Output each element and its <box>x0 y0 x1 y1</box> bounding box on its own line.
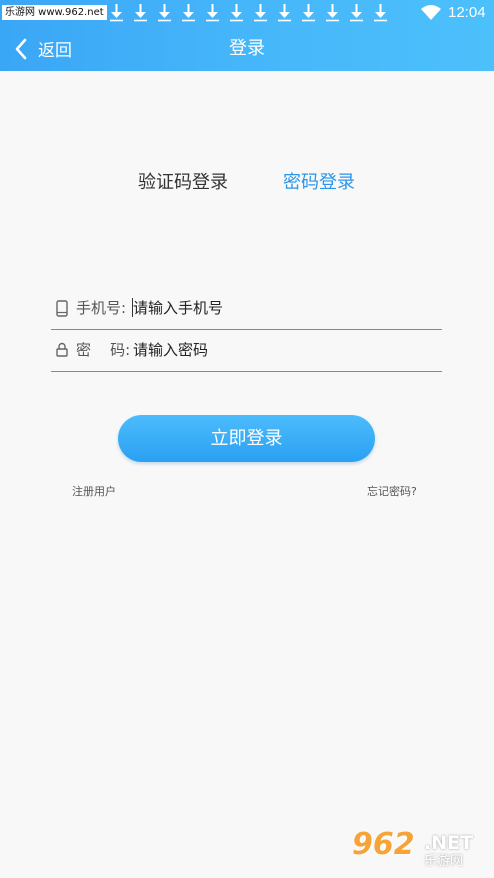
app-header: 乐游网 www.962.net 12:04 返回 登录 <box>0 0 494 71</box>
download-icon <box>182 4 195 22</box>
phone-input[interactable] <box>133 297 433 319</box>
password-field: 密 码: <box>51 331 442 372</box>
back-label: 返回 <box>38 41 72 61</box>
download-icon <box>134 4 147 22</box>
title-bar: 返回 登录 <box>0 26 494 71</box>
chevron-left-icon <box>15 38 27 59</box>
tab-code-login[interactable]: 验证码登录 <box>138 170 228 196</box>
login-button[interactable]: 立即登录 <box>118 415 375 462</box>
watermark-cn: 乐游网 <box>424 854 464 869</box>
wifi-icon <box>421 5 441 20</box>
download-icon <box>326 4 339 22</box>
tab-password-login[interactable]: 密码登录 <box>283 170 355 196</box>
download-icon <box>110 4 123 22</box>
login-screen: 乐游网 www.962.net 12:04 返回 登录 验证码登录 密码登录 手… <box>0 0 494 878</box>
download-icon <box>230 4 243 22</box>
phone-label: 手机号: <box>76 299 127 317</box>
register-link[interactable]: 注册用户 <box>72 484 116 500</box>
download-icon <box>278 4 291 22</box>
download-icon <box>374 4 387 22</box>
watermark-number: 962 <box>352 827 415 862</box>
status-bar: 乐游网 www.962.net 12:04 <box>0 0 494 26</box>
phone-icon <box>56 300 68 317</box>
status-time: 12:04 <box>448 4 486 21</box>
phone-field: 手机号: <box>51 289 442 330</box>
download-icon <box>302 4 315 22</box>
download-icon <box>254 4 267 22</box>
forgot-password-link[interactable]: 忘记密码? <box>367 484 417 500</box>
back-button[interactable]: 返回 <box>14 26 72 71</box>
watermark-suffix: .NET <box>424 832 474 854</box>
download-icon <box>158 4 171 22</box>
password-label: 密 码: <box>76 341 131 359</box>
password-input[interactable] <box>133 339 433 361</box>
download-notifications <box>108 3 389 22</box>
watermark-top: 乐游网 www.962.net <box>2 5 107 20</box>
watermark-logo: 962 .NET 乐游网 <box>352 828 488 874</box>
download-icon <box>206 4 219 22</box>
page-title: 登录 <box>229 38 265 59</box>
lock-icon <box>56 342 68 357</box>
download-icon <box>350 4 363 22</box>
